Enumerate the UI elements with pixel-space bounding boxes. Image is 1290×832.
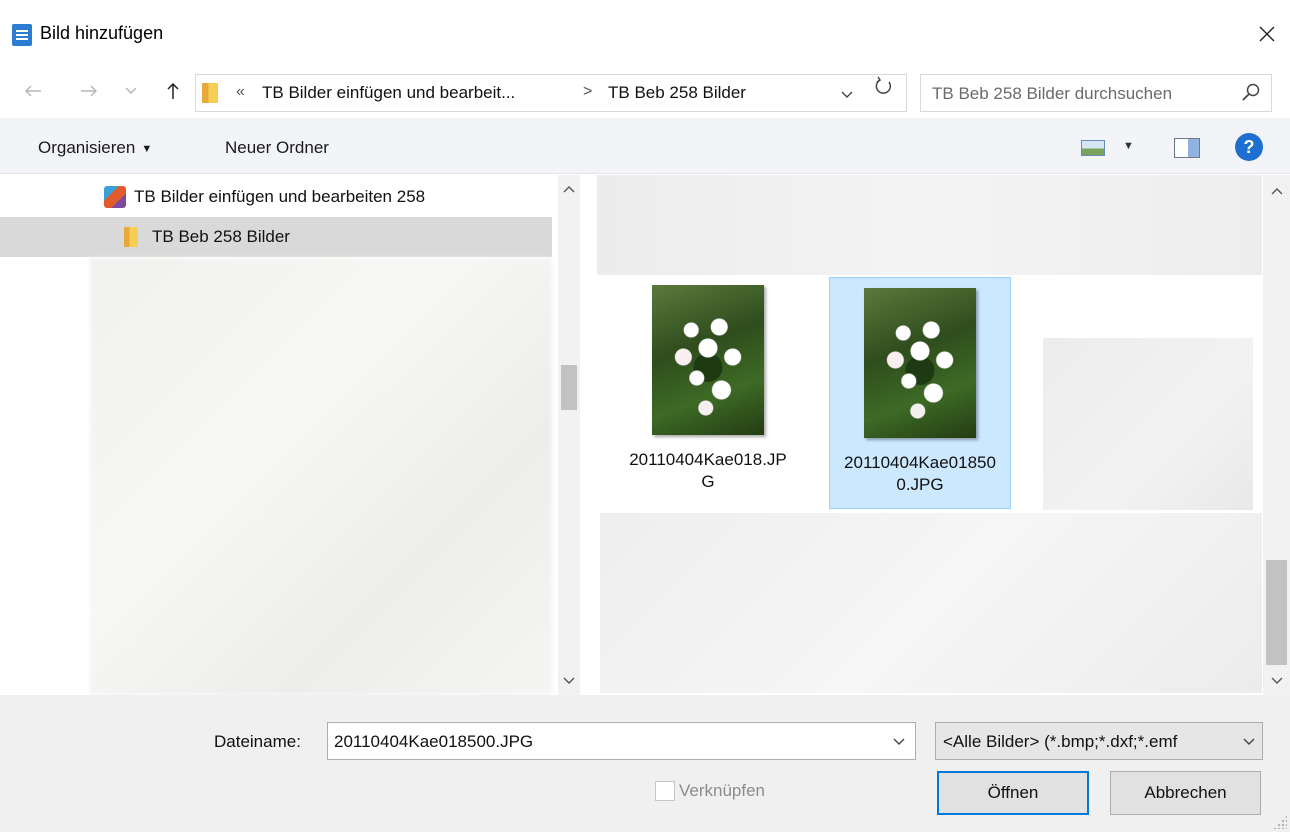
link-checkbox[interactable] — [655, 781, 675, 801]
scroll-up-arrow[interactable] — [1263, 181, 1290, 201]
scroll-down-arrow[interactable] — [558, 671, 580, 691]
search-icon[interactable] — [1241, 82, 1261, 102]
chevron-down-icon — [841, 91, 853, 98]
filename-dropdown-button[interactable] — [893, 734, 905, 749]
file-type-value: <Alle Bilder> (*.bmp;*.dxf;*.emf — [943, 732, 1178, 751]
chevron-down-icon — [1243, 738, 1255, 745]
file-type-select[interactable]: <Alle Bilder> (*.bmp;*.dxf;*.emf — [935, 722, 1263, 760]
view-options-icon[interactable] — [1081, 140, 1105, 156]
recent-locations-button[interactable] — [118, 78, 144, 104]
window-title: Bild hinzufügen — [40, 23, 164, 43]
blurred-content — [1043, 338, 1253, 510]
forward-button[interactable] — [76, 78, 102, 104]
new-folder-button[interactable]: Neuer Ordner — [225, 138, 329, 158]
image-thumbnail — [652, 285, 764, 435]
file-list-scrollbar[interactable] — [1263, 175, 1290, 695]
arrow-left-icon — [25, 85, 41, 97]
preview-pane-icon[interactable] — [1174, 138, 1200, 158]
organize-menu-button[interactable]: Organisieren ▼ — [38, 138, 152, 158]
organize-label: Organisieren — [38, 138, 136, 157]
navigation-scrollbar[interactable] — [558, 175, 580, 695]
blurred-content — [90, 258, 552, 695]
file-list-pane: 20110404Kae018.JPG 20110404Kae018500.JPG — [582, 175, 1290, 695]
search-box[interactable]: TB Beb 258 Bilder durchsuchen — [920, 74, 1272, 112]
file-type-dropdown-button[interactable] — [1243, 734, 1255, 749]
tree-item-folder[interactable]: TB Beb 258 Bilder — [0, 217, 552, 257]
chevron-down-icon — [563, 677, 575, 684]
link-checkbox-label: Verknüpfen — [679, 781, 766, 800]
scroll-thumb[interactable] — [561, 365, 577, 410]
dialog-footer: Dateiname: 20110404Kae018500.JPG <Alle B… — [0, 695, 1290, 832]
file-name: 20110404Kae018500.JPG — [844, 453, 996, 494]
chevron-up-icon — [563, 186, 575, 193]
open-button[interactable]: Öffnen — [937, 771, 1089, 815]
close-icon — [1259, 26, 1275, 42]
blurred-content — [597, 175, 1262, 275]
up-button[interactable] — [160, 78, 186, 104]
close-button[interactable] — [1244, 12, 1290, 56]
blurred-content — [600, 513, 1262, 693]
address-bar[interactable]: « TB Bilder einfügen und bearbeit... > T… — [195, 74, 907, 112]
caret-down-icon: ▼ — [141, 142, 153, 155]
tree-item-label: TB Bilder einfügen und bearbeiten 258 — [134, 187, 426, 206]
folder-icon — [124, 227, 138, 247]
breadcrumb-overflow[interactable]: « — [236, 83, 245, 101]
file-item[interactable]: 20110404Kae018.JPG — [617, 275, 799, 509]
address-dropdown-button[interactable] — [841, 83, 853, 102]
scroll-thumb[interactable] — [1266, 560, 1287, 665]
tree-item-label: TB Beb 258 Bilder — [152, 227, 290, 246]
file-item-selected[interactable]: 20110404Kae018500.JPG — [829, 277, 1011, 509]
breadcrumb-item-current[interactable]: TB Beb 258 Bilder — [608, 83, 746, 103]
chevron-up-icon — [1271, 188, 1282, 195]
library-icon — [104, 186, 126, 208]
document-icon — [12, 24, 32, 46]
arrow-up-icon — [167, 82, 179, 99]
chevron-down-icon — [1271, 677, 1282, 684]
arrow-right-icon — [81, 85, 97, 97]
filename-label: Dateiname: — [214, 732, 301, 751]
tree-item-library[interactable]: TB Bilder einfügen und bearbeiten 258 — [0, 177, 552, 217]
filename-field[interactable]: 20110404Kae018500.JPG — [327, 722, 916, 760]
help-button[interactable]: ? — [1235, 133, 1263, 161]
image-thumbnail — [864, 288, 976, 438]
scroll-up-arrow[interactable] — [558, 179, 580, 199]
cancel-button[interactable]: Abbrechen — [1110, 771, 1261, 815]
chevron-down-icon — [125, 87, 137, 94]
filename-value[interactable]: 20110404Kae018500.JPG — [334, 732, 533, 752]
resize-grip-icon[interactable] — [1273, 815, 1287, 829]
breadcrumb-separator[interactable]: > — [583, 83, 592, 101]
back-button[interactable] — [20, 78, 46, 104]
chevron-down-icon — [893, 738, 905, 745]
folder-icon — [202, 83, 218, 103]
file-name: 20110404Kae018.JPG — [629, 450, 787, 491]
refresh-button[interactable] — [875, 76, 893, 102]
view-dropdown-button[interactable]: ▼ — [1123, 140, 1134, 152]
navigation-pane: TB Bilder einfügen und bearbeiten 258 TB… — [0, 175, 580, 695]
title-bar: Bild hinzufügen — [0, 0, 1290, 68]
scroll-down-arrow[interactable] — [1263, 671, 1290, 691]
command-toolbar: Organisieren ▼ Neuer Ordner ▼ ? — [0, 118, 1290, 174]
breadcrumb-item-parent[interactable]: TB Bilder einfügen und bearbeit... — [262, 83, 515, 103]
refresh-icon — [875, 76, 892, 94]
link-checkbox-wrapper: Verknüpfen — [655, 781, 765, 801]
search-input[interactable]: TB Beb 258 Bilder durchsuchen — [932, 84, 1172, 104]
